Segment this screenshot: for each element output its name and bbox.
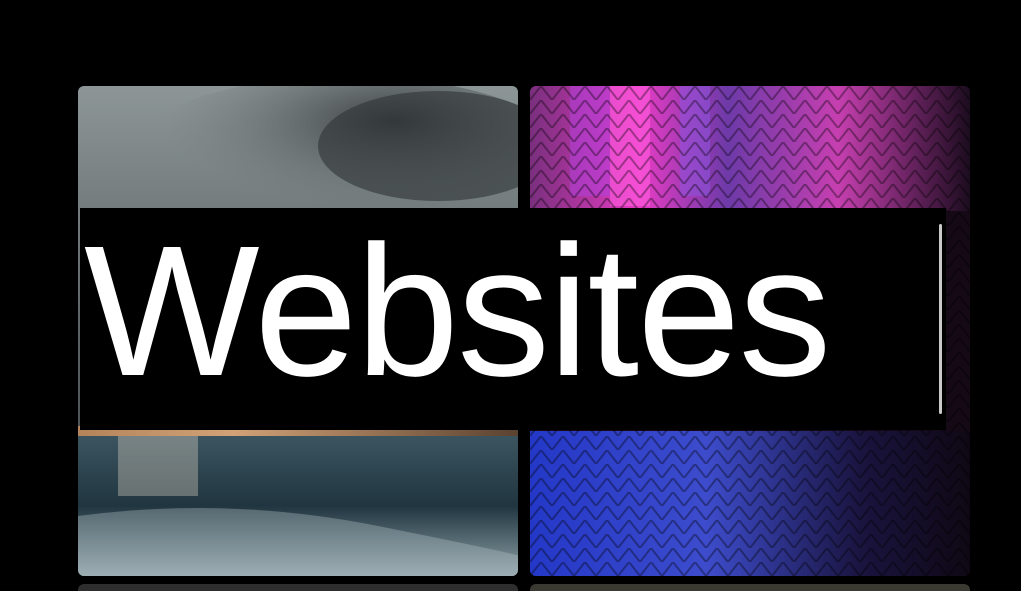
page-title: Websites bbox=[84, 208, 832, 415]
scrollbar[interactable] bbox=[939, 224, 942, 414]
title-overlay: Websites bbox=[80, 208, 946, 430]
bottom-right-photo-icon bbox=[530, 584, 970, 591]
gallery-page: Websites bbox=[0, 0, 1021, 591]
bottom-left-photo-icon bbox=[78, 584, 518, 591]
bottom-right-photo-tile[interactable] bbox=[530, 584, 970, 591]
bottom-left-photo-tile[interactable] bbox=[78, 584, 518, 591]
